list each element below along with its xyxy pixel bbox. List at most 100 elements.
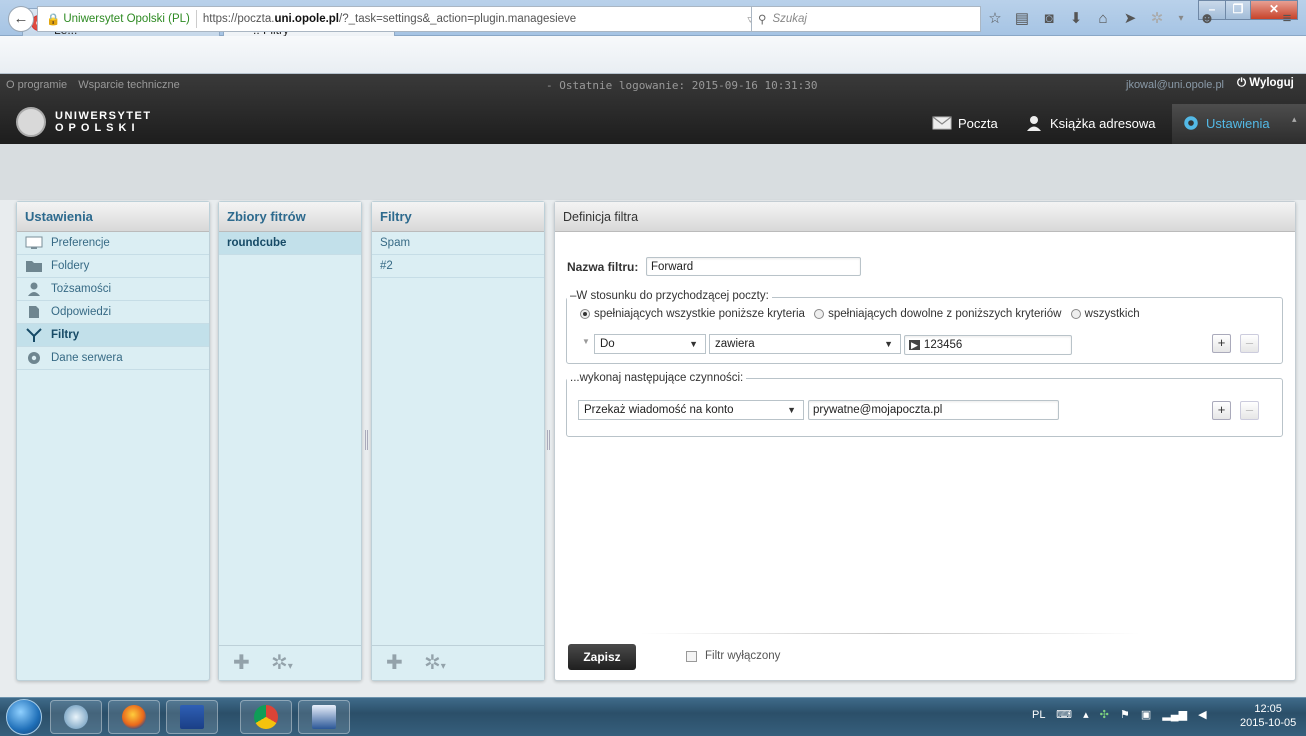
person-icon	[1027, 116, 1041, 131]
settings-item-responses[interactable]: Odpowiedzi	[17, 301, 209, 324]
logout-button[interactable]: ⏻ Wyloguj	[1237, 77, 1294, 90]
settings-item-filters[interactable]: Filtry	[17, 324, 209, 347]
filter-item-2[interactable]: #2	[372, 255, 544, 278]
taskbar-app[interactable]	[50, 700, 102, 734]
taskbar-clock[interactable]: 12:05 2015-10-05	[1240, 702, 1296, 730]
taskbar-app[interactable]	[240, 700, 292, 734]
filterset-actions-gear-icon[interactable]: ✲▾	[271, 653, 293, 676]
rule-value-input[interactable]: ▶ 123456	[904, 335, 1072, 355]
bookmark-star-icon[interactable]: ☆	[986, 10, 1004, 28]
match-mode-radios: spełniających wszystkie poniższe kryteri…	[580, 308, 1140, 320]
definition-title: Definicja filtra	[555, 202, 1295, 232]
filter-item-spam[interactable]: Spam	[372, 232, 544, 255]
device-icon[interactable]: ▣	[1141, 709, 1151, 721]
chrome-icon	[254, 705, 278, 729]
nav-addressbook[interactable]: Książka adresowa	[1024, 112, 1156, 134]
university-seal-icon	[16, 107, 46, 137]
taskbar-app[interactable]	[166, 700, 218, 734]
nav-mail[interactable]: Poczta	[932, 112, 998, 134]
addon-icon[interactable]: ✲	[1148, 10, 1166, 28]
search-input[interactable]: ⚲ Szukaj	[751, 6, 981, 32]
rule-operator-select[interactable]: zawiera ▼	[709, 334, 901, 354]
chevron-down-icon[interactable]: ▾	[1172, 10, 1190, 28]
lock-icon: 🔒	[46, 14, 61, 26]
rule-advanced-toggle-icon[interactable]: ▼	[582, 337, 590, 346]
user-email: jkowal@uni.opole.pl	[1126, 79, 1225, 91]
filter-name-input[interactable]	[646, 257, 861, 276]
edit-data-icon[interactable]: ▶	[909, 340, 920, 350]
remove-rule-button[interactable]: –	[1240, 334, 1259, 353]
radio-all[interactable]: spełniających wszystkie poniższe kryteri…	[580, 308, 805, 320]
document-icon	[29, 306, 39, 318]
settings-item-folders[interactable]: Foldery	[17, 255, 209, 278]
bookmarks-library-icon[interactable]: ▤	[1013, 10, 1031, 28]
action-center-flag-icon[interactable]: ⚑	[1120, 709, 1130, 721]
chevron-down-icon: ▼	[689, 339, 698, 349]
action-type-select[interactable]: Przekaż wiadomość na konto ▼	[578, 400, 804, 420]
university-logo[interactable]: UNIWERSYTET OPOLSKI	[16, 107, 152, 137]
url-bar[interactable]: 🔒 Uniwersytet Opolski (PL) https://poczt…	[37, 6, 778, 32]
save-disk-icon	[180, 705, 204, 729]
chat-icon[interactable]: ☻	[1198, 10, 1216, 28]
keyboard-icon[interactable]: ⌨	[1056, 709, 1072, 721]
windows-start-icon[interactable]	[6, 699, 42, 735]
logo-line2: OPOLSKI	[55, 122, 140, 134]
settings-panel-title: Ustawienia	[17, 202, 209, 232]
splitter-handle[interactable]	[365, 430, 368, 450]
about-link[interactable]: O programie	[6, 79, 67, 91]
firefox-icon	[122, 705, 146, 729]
remove-action-button[interactable]: –	[1240, 401, 1259, 420]
collapse-arrow-icon[interactable]: ▴	[1292, 114, 1297, 125]
gear-icon	[1184, 116, 1198, 130]
settings-item-server[interactable]: Dane serwera	[17, 347, 209, 370]
chevron-down-icon: ▼	[787, 405, 796, 415]
show-hidden-icons-icon[interactable]: ▴	[1083, 709, 1089, 721]
maximize-window-icon[interactable]: ❐	[1225, 0, 1251, 20]
language-indicator[interactable]: PL	[1032, 709, 1045, 721]
volume-icon[interactable]: ◀	[1198, 709, 1206, 721]
settings-item-preferences[interactable]: Preferencje	[17, 232, 209, 255]
radio-everything[interactable]: wszystkich	[1070, 308, 1140, 320]
pocket-icon[interactable]: ◙	[1040, 10, 1058, 28]
save-button[interactable]: Zapisz	[568, 644, 636, 670]
radio-everything-input[interactable]	[1070, 308, 1081, 319]
folder-icon	[26, 261, 42, 272]
filtersets-footer: ✚ ✲▾	[219, 645, 361, 680]
filter-disabled-checkbox[interactable]	[686, 651, 697, 662]
gear-icon	[28, 352, 40, 364]
add-rule-button[interactable]: +	[1212, 334, 1231, 353]
radio-any-input[interactable]	[814, 308, 825, 319]
support-link[interactable]: Wsparcie techniczne	[78, 79, 180, 91]
network-tray-icon[interactable]: ✣	[1100, 709, 1109, 721]
send-icon[interactable]: ➤	[1121, 10, 1139, 28]
back-arrow-icon[interactable]: ←	[8, 6, 34, 32]
person-icon	[28, 282, 40, 296]
top-links: O programie Wsparcie techniczne	[6, 79, 188, 91]
download-icon[interactable]: ⬇	[1067, 10, 1085, 28]
power-icon: ⏻	[1237, 77, 1250, 89]
add-filterset-icon[interactable]: ✚	[233, 653, 250, 673]
splitter-handle[interactable]	[547, 430, 550, 450]
filterset-item[interactable]: roundcube	[219, 232, 361, 255]
taskbar-app[interactable]	[108, 700, 160, 734]
network-app-icon	[64, 705, 88, 729]
word-icon	[312, 705, 336, 729]
clock-date: 2015-10-05	[1240, 717, 1297, 729]
rule-header-select[interactable]: Do ▼	[594, 334, 706, 354]
radio-all-input[interactable]	[580, 308, 590, 319]
filter-actions-gear-icon[interactable]: ✲▾	[424, 653, 446, 676]
settings-item-identities[interactable]: Tożsamości	[17, 278, 209, 301]
add-action-button[interactable]: +	[1212, 401, 1231, 420]
signal-icon[interactable]: ▂▄▆	[1162, 709, 1187, 721]
menu-icon[interactable]: ≡	[1278, 10, 1296, 28]
footer-divider	[640, 633, 1140, 634]
nav-settings[interactable]: Ustawienia	[1182, 112, 1270, 134]
action-target-input[interactable]	[808, 400, 1059, 420]
home-icon[interactable]: ⌂	[1094, 10, 1112, 28]
taskbar-app[interactable]	[298, 700, 350, 734]
radio-any[interactable]: spełniających dowolne z poniższych kryte…	[814, 308, 1061, 320]
header-shadow-band	[0, 144, 1306, 200]
add-filter-icon[interactable]: ✚	[386, 653, 403, 673]
filters-panel: Filtry Spam #2 ✚ ✲▾	[371, 201, 545, 681]
filter-name-label: Nazwa filtru:	[567, 260, 639, 274]
